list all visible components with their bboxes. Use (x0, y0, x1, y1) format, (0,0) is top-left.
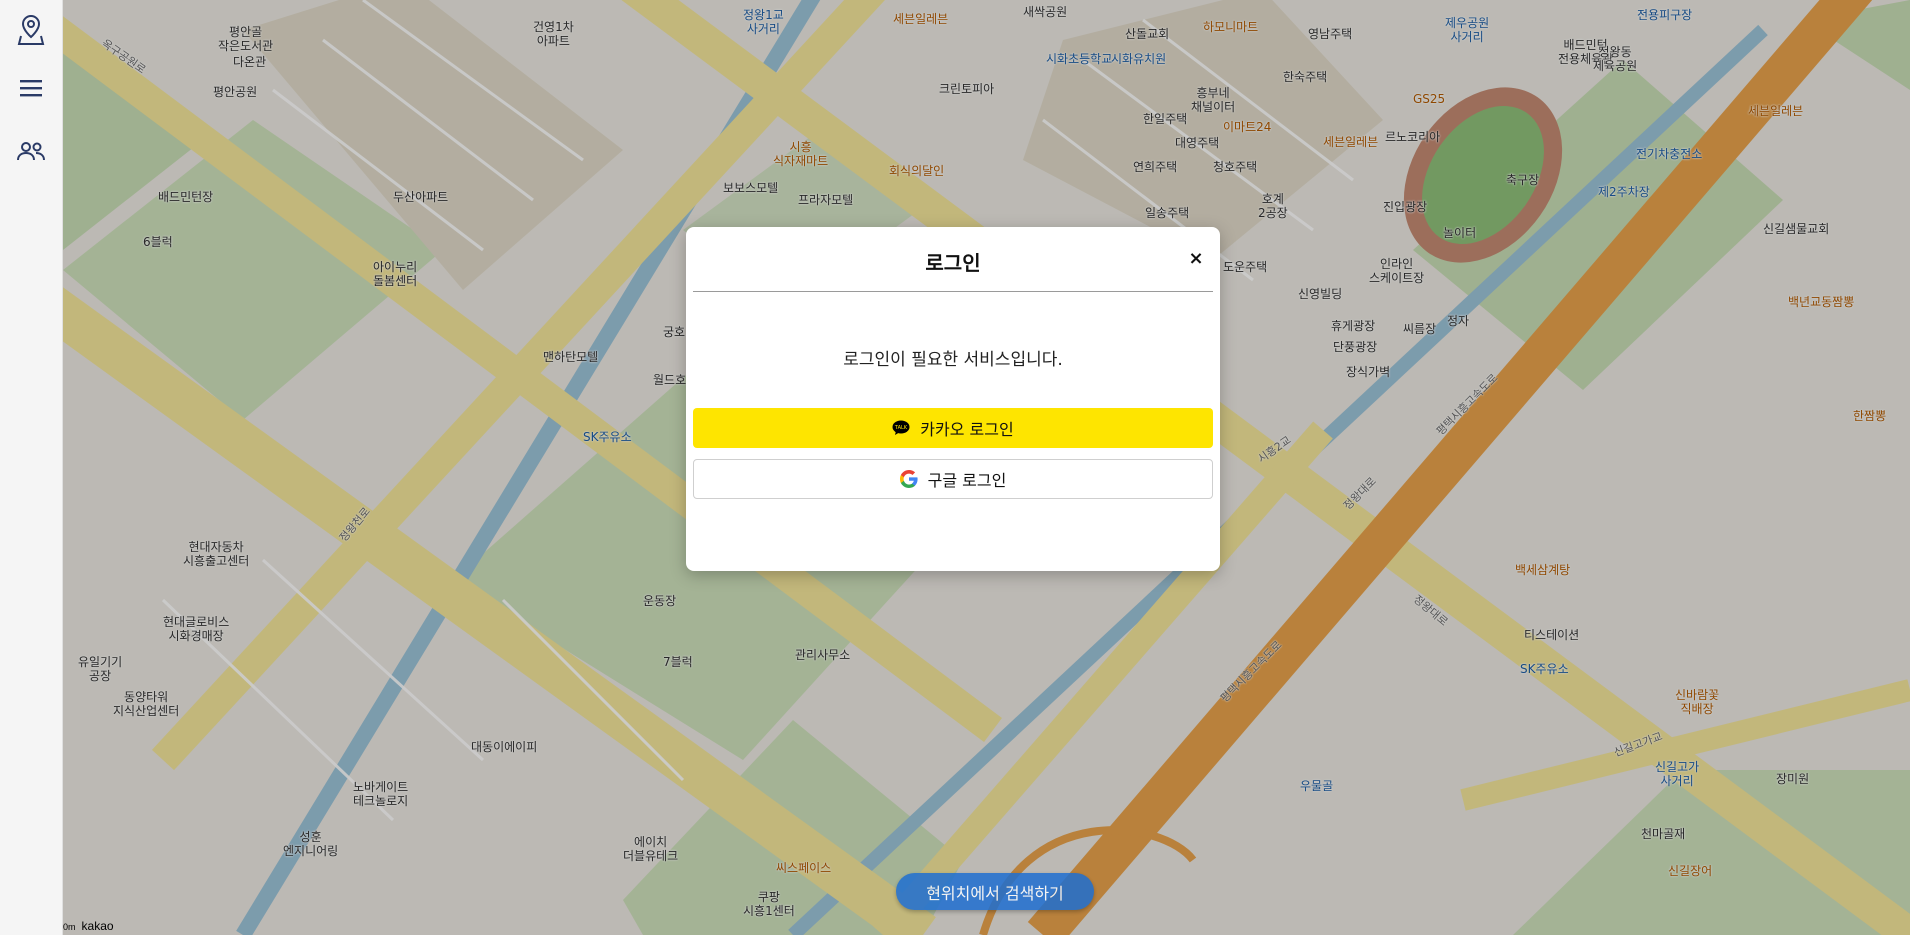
kakao-logo: kakao (81, 919, 114, 933)
kakao-login-button[interactable]: TALK 카카오 로그인 (693, 408, 1213, 448)
sidebar-menu-button[interactable] (8, 68, 54, 108)
sidebar-map-button[interactable] (8, 10, 54, 50)
map-pin-icon (17, 14, 45, 45)
login-modal: 로그인 × 로그인이 필요한 서비스입니다. TALK 카카오 로그인 구글 로… (686, 227, 1220, 571)
map-attribution: 0m kakao (63, 919, 114, 933)
google-login-button[interactable]: 구글 로그인 (693, 459, 1213, 499)
sidebar (0, 0, 63, 935)
search-here-button[interactable]: 현위치에서 검색하기 (896, 873, 1094, 910)
kakao-talk-icon: TALK (892, 420, 910, 436)
map-scale: 0m (63, 922, 76, 932)
login-required-message: 로그인이 필요한 서비스입니다. (843, 350, 1063, 370)
sidebar-users-button[interactable] (8, 131, 54, 171)
kakao-login-label: 카카오 로그인 (920, 420, 1014, 439)
modal-title: 로그인 (925, 251, 981, 275)
close-icon[interactable]: × (1186, 249, 1206, 269)
svg-text:TALK: TALK (894, 425, 908, 431)
modal-divider (693, 291, 1213, 292)
google-g-icon (899, 470, 918, 488)
menu-icon (20, 80, 42, 97)
google-login-label: 구글 로그인 (927, 471, 1007, 490)
users-icon (17, 142, 45, 161)
